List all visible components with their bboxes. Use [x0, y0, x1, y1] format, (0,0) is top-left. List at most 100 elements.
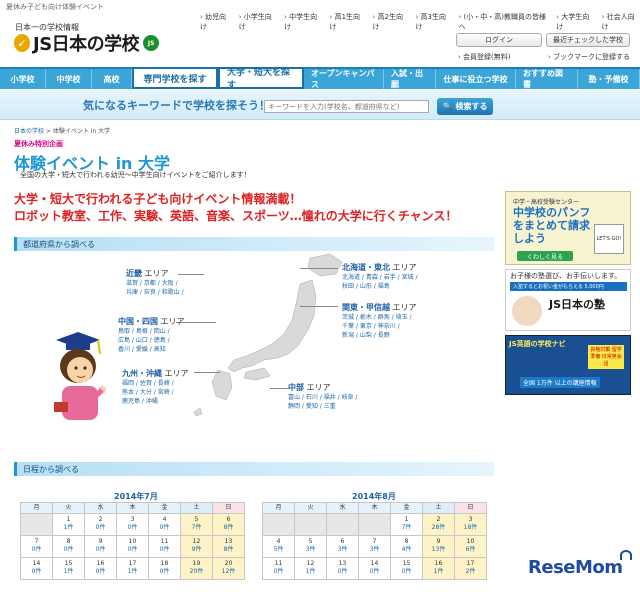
calendar-day-number: 10 — [466, 538, 475, 545]
region-name: 中国・四国 — [118, 317, 158, 326]
calendar-day-cell[interactable]: 13 8件 — [212, 535, 245, 558]
calendar-day-cell[interactable]: 9 13件 — [422, 535, 455, 558]
calendar-day-cell[interactable]: 8 4件 — [390, 535, 423, 558]
calendar-day-cell[interactable]: 1 1件 — [52, 513, 85, 536]
calendar-day-cell[interactable]: 4 0件 — [148, 513, 181, 536]
calendar-day-cell[interactable]: 11 0件 — [262, 557, 295, 580]
calendar-day-cell[interactable]: 9 0件 — [84, 535, 117, 558]
calendar-day-cell[interactable]: 17 2件 — [454, 557, 487, 580]
audience-link[interactable]: 高3生向け — [416, 12, 452, 32]
calendar-event-count: 18件 — [463, 524, 478, 531]
region-kanto-koshinetsu[interactable]: 関東・甲信越 エリア 茨城 / 栃木 / 群馬 / 埼玉 / 千葉 / 東京 /… — [342, 302, 417, 340]
region-hokkaido-tohoku[interactable]: 北海道・東北 エリア 北海道 / 青森 / 岩手 / 宮城 / 秋田 / 山形 … — [342, 262, 418, 291]
breadcrumb-home[interactable]: 日本の学校 — [14, 128, 44, 135]
audience-link[interactable]: 高1生向け — [330, 12, 366, 32]
calendar-day-cell[interactable]: 16 0件 — [84, 557, 117, 580]
recent-schools-button[interactable]: 最近チェックした学校 — [546, 33, 630, 47]
calendar-weekday: 火 — [52, 502, 85, 514]
calendar-day-cell[interactable]: 13 0件 — [326, 557, 359, 580]
calendar-week-row: 7 0件 8 0件 9 0件 10 0件 11 0件 12 9件 13 8件 — [20, 535, 245, 558]
calendar-day-cell[interactable]: 3 18件 — [454, 513, 487, 536]
nav-item-elementary[interactable]: 小学校 — [0, 69, 46, 89]
calendar-day-cell[interactable]: 5 7件 — [180, 513, 213, 536]
audience-link[interactable]: (小・中・高)教職員の皆様へ — [459, 12, 550, 32]
calendar-day-number: 7 — [372, 538, 377, 545]
nav-item-career-schools[interactable]: 仕事に役立つ学校 — [436, 69, 516, 89]
calendar-day-cell — [358, 513, 391, 536]
region-kinki[interactable]: 近畿 エリア 滋賀 / 京都 / 大阪 / 兵庫 / 奈良 / 和歌山 / — [126, 268, 184, 297]
calendar-day-cell[interactable]: 3 0件 — [116, 513, 149, 536]
calendar-event-count: 8件 — [223, 524, 234, 531]
calendar-day-number: 13 — [338, 560, 347, 567]
calendar-event-count: 7件 — [401, 524, 412, 531]
site-logo[interactable]: ✓ JS日本の学校 JS — [14, 32, 160, 55]
nav-item-cram[interactable]: 塾・予備校 — [578, 69, 640, 89]
calendar-weekday: 水 — [326, 502, 359, 514]
audience-link[interactable]: 中学生向け — [284, 12, 322, 32]
calendar-day-number: 4 — [276, 538, 281, 545]
calendar-day-cell[interactable]: 15 0件 — [390, 557, 423, 580]
search-input[interactable] — [264, 100, 429, 113]
calendar-day-cell[interactable]: 14 0件 — [20, 557, 53, 580]
calendar-weekday: 土 — [422, 502, 455, 514]
search-button[interactable]: 🔍 検索する — [437, 98, 493, 115]
calendar-day-cell[interactable]: 2 28件 — [422, 513, 455, 536]
calendar-july-title: 2014年7月 — [114, 492, 158, 501]
calendar-day-cell[interactable]: 6 8件 — [212, 513, 245, 536]
register-link[interactable]: 会員登録(無料) — [458, 52, 510, 62]
page-description: 全国の大学・短大で行われる幼児〜中学生向けイベントをご紹介します！ — [20, 171, 251, 179]
calendar-day-cell[interactable]: 16 1件 — [422, 557, 455, 580]
calendar-day-cell[interactable]: 11 0件 — [148, 535, 181, 558]
calendar-day-cell[interactable]: 19 20件 — [180, 557, 213, 580]
calendar-day-cell[interactable]: 7 0件 — [20, 535, 53, 558]
audience-link[interactable]: 社会人向け — [602, 12, 640, 32]
audience-link[interactable]: 幼児向け — [200, 12, 232, 32]
calendar-day-number: 13 — [224, 538, 233, 545]
calendar-day-cell[interactable]: 1 7件 — [390, 513, 423, 536]
audience-link[interactable]: 高2生向け — [373, 12, 409, 32]
calendar-day-cell[interactable]: 20 12件 — [212, 557, 245, 580]
calendar-day-cell[interactable]: 5 3件 — [294, 535, 327, 558]
calendar-day-cell[interactable]: 12 1件 — [294, 557, 327, 580]
calendar-day-cell[interactable]: 10 6件 — [454, 535, 487, 558]
calendar-day-cell[interactable]: 6 3件 — [326, 535, 359, 558]
calendar-day-number: 5 — [194, 516, 199, 523]
region-name: 関東・甲信越 — [342, 303, 390, 312]
calendar-day-cell[interactable]: 10 0件 — [116, 535, 149, 558]
nav-item-books[interactable]: おすすめ図書 — [516, 69, 578, 89]
audience-link[interactable]: 小学生向け — [239, 12, 277, 32]
calendar-day-cell[interactable]: 4 5件 — [262, 535, 295, 558]
calendar-weekday: 火 — [294, 502, 327, 514]
calendar-day-number: 9 — [98, 538, 103, 545]
nav-item-junior-high[interactable]: 中学校 — [46, 69, 92, 89]
calendar-event-count: 13件 — [431, 546, 446, 553]
nav-item-open-campus[interactable]: オープンキャンパス — [304, 69, 384, 89]
calendar-day-cell[interactable]: 18 0件 — [148, 557, 181, 580]
ad1-caption: 中学・高校受験センター — [513, 199, 580, 206]
nav-item-university[interactable]: 大学・短大を探す — [218, 67, 304, 91]
calendar-day-cell[interactable]: 17 1件 — [116, 557, 149, 580]
login-button[interactable]: ログイン — [456, 33, 542, 47]
calendar-day-cell[interactable]: 8 0件 — [52, 535, 85, 558]
bookmark-link[interactable]: ブックマークに登録する — [548, 52, 630, 62]
resemom-watermark: ReseMom — [528, 557, 623, 578]
region-kyushu-okinawa[interactable]: 九州・沖縄 エリア 福岡 / 佐賀 / 長崎 / 熊本 / 大分 / 宮崎 / … — [122, 368, 189, 406]
nav-item-admission[interactable]: 入試・出願 — [384, 69, 436, 89]
audience-link[interactable]: 大学生向け — [556, 12, 594, 32]
calendar-day-cell[interactable]: 7 3件 — [358, 535, 391, 558]
calendar-day-number: 5 — [308, 538, 313, 545]
calendar-event-count: 1件 — [305, 568, 316, 575]
section-date-header: 日程から調べる — [14, 462, 494, 476]
lets-go-pamphlet-icon: LET'S GO! — [594, 224, 624, 254]
nav-item-vocational[interactable]: 専門学校を探す — [132, 67, 218, 89]
calendar-day-cell[interactable]: 2 0件 — [84, 513, 117, 536]
nav-item-high-school[interactable]: 高校 — [92, 69, 132, 89]
calendar-day-cell[interactable]: 14 0件 — [358, 557, 391, 580]
region-chugoku-shikoku[interactable]: 中国・四国 エリア 鳥取 / 島根 / 岡山 / 広島 / 山口 / 徳島 / … — [118, 316, 185, 354]
calendar-weekday: 木 — [116, 502, 149, 514]
calendar-day-number: 8 — [66, 538, 71, 545]
region-chubu[interactable]: 中部 エリア 富山 / 石川 / 福井 / 岐阜 / 静岡 / 愛知 / 三重 — [288, 382, 358, 411]
calendar-day-cell[interactable]: 15 1件 — [52, 557, 85, 580]
ad1-details-button[interactable]: くわしく見る — [517, 251, 573, 261]
calendar-day-cell[interactable]: 12 9件 — [180, 535, 213, 558]
